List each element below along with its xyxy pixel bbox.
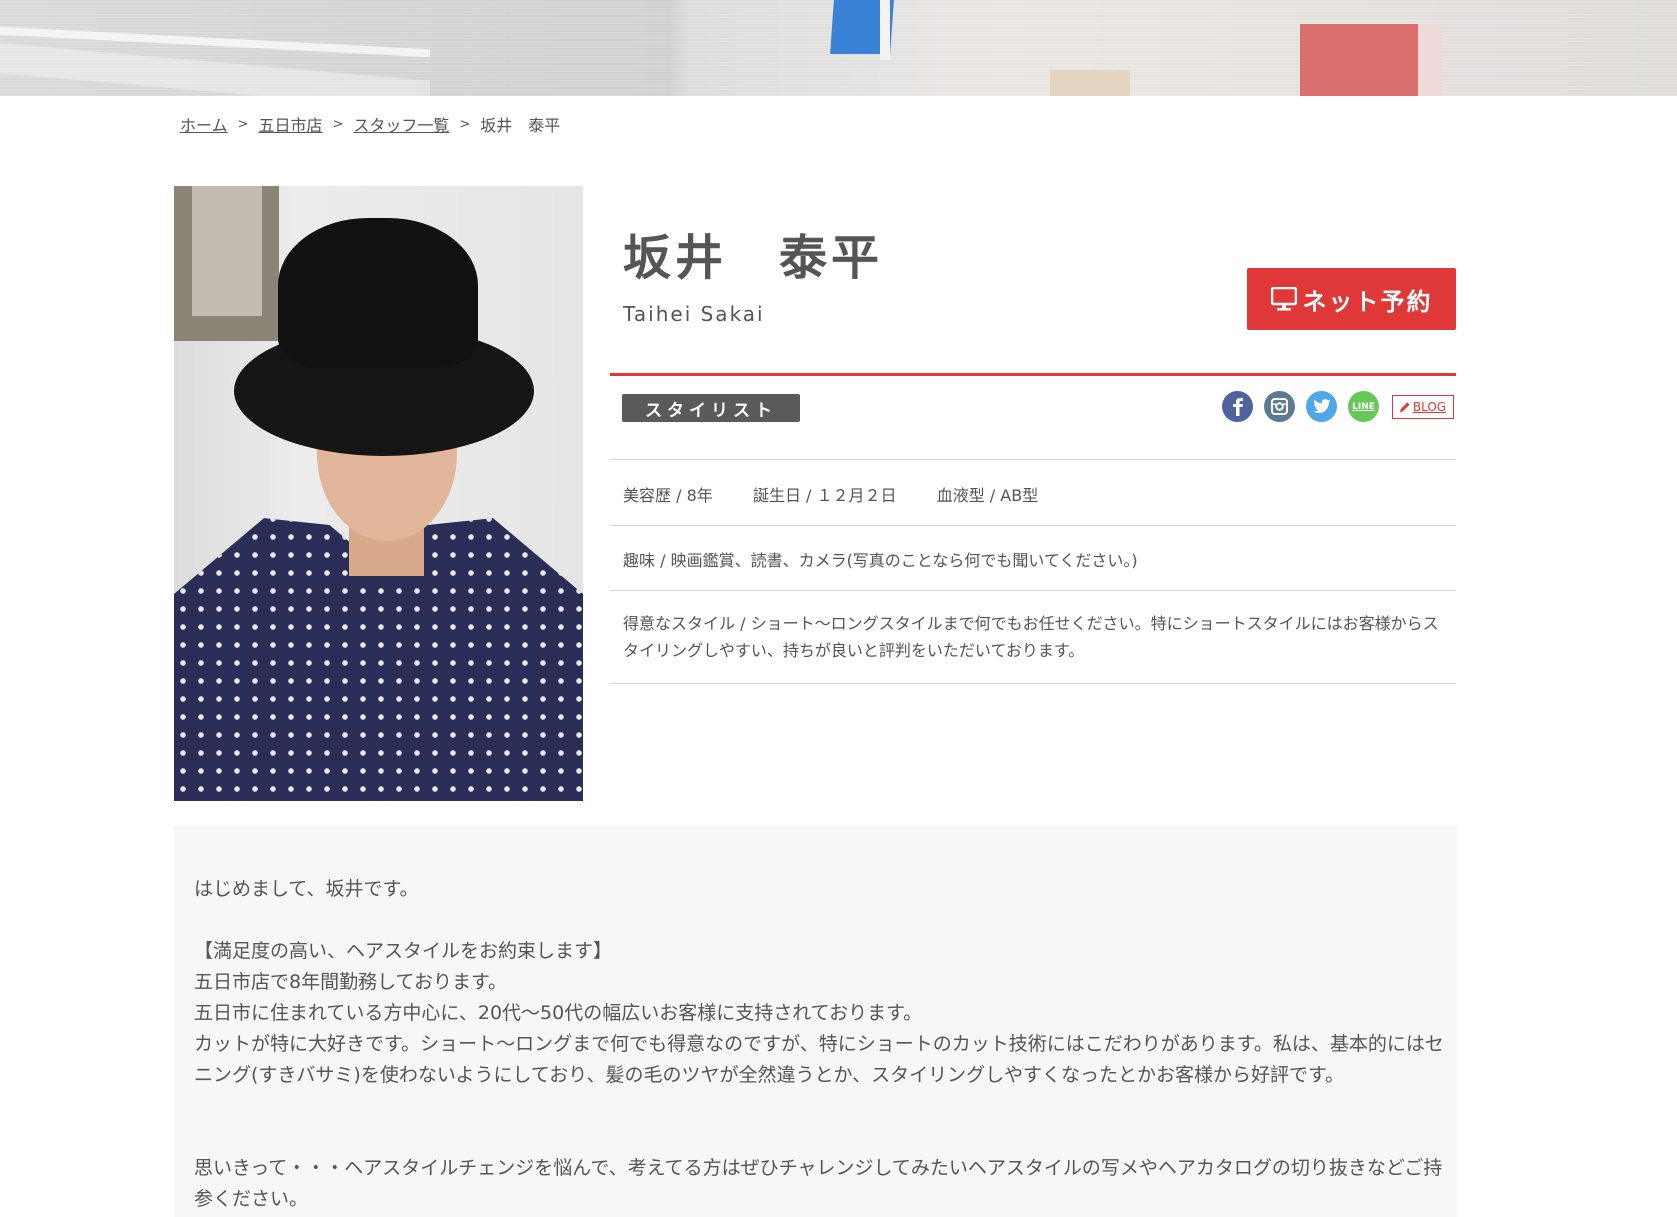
message-line: 思いきって・・・ヘアスタイルチェンジを悩んで、考えてる方はぜひチャレンジしてみた… bbox=[194, 1157, 1443, 1210]
breadcrumb-current: 坂井 泰平 bbox=[480, 116, 561, 135]
message-line: カットが特に大好きです。ショート～ロングまで何でも得意なのですが、特にショートの… bbox=[194, 1033, 1444, 1086]
breadcrumb-separator: > bbox=[459, 116, 471, 132]
twitter-icon bbox=[1313, 399, 1330, 413]
facebook-link[interactable] bbox=[1222, 391, 1253, 422]
monitor-icon bbox=[1270, 287, 1297, 311]
net-reservation-button[interactable]: ネット予約 bbox=[1247, 268, 1456, 330]
message-heading: 【満足度の高い、ヘアスタイルをお約束します】 bbox=[194, 940, 613, 962]
role-badge: スタイリスト bbox=[622, 394, 800, 422]
breadcrumb-store-link[interactable]: 五日市店 bbox=[258, 112, 322, 136]
divider bbox=[610, 590, 1456, 591]
instagram-link[interactable] bbox=[1264, 391, 1295, 422]
staff-name-romaji: Taihei Sakai bbox=[623, 302, 765, 326]
breadcrumb-home-link[interactable]: ホーム bbox=[180, 112, 228, 136]
breadcrumb-separator: > bbox=[332, 116, 344, 132]
staff-photo bbox=[174, 186, 583, 801]
title-divider bbox=[610, 373, 1456, 376]
message-greeting: はじめまして、坂井です。 bbox=[194, 878, 419, 900]
message-line: 五日市に住まれている方中心に、20代～50代の幅広いお客様に支持されております。 bbox=[194, 1002, 923, 1024]
divider bbox=[610, 459, 1456, 460]
divider bbox=[610, 683, 1456, 684]
breadcrumb-separator: > bbox=[237, 116, 249, 132]
blog-label: BLOG bbox=[1412, 400, 1447, 414]
birthday: 誕生日 / １２月２日 bbox=[752, 486, 897, 505]
divider bbox=[610, 525, 1456, 526]
breadcrumb: ホーム > 五日市店 > スタッフ一覧 > 坂井 泰平 bbox=[180, 112, 560, 136]
staff-name: 坂井 泰平 bbox=[623, 230, 884, 286]
message-line: 五日市店で8年間勤務しております。 bbox=[194, 971, 508, 993]
instagram-icon bbox=[1271, 398, 1288, 415]
staff-message: はじめまして、坂井です。 【満足度の高い、ヘアスタイルをお約束します】 五日市店… bbox=[174, 826, 1457, 1217]
line-icon: LINE bbox=[1352, 401, 1375, 412]
basic-info-row: 美容歴 / 8年 誕生日 / １２月２日 血液型 / AB型 bbox=[623, 482, 1038, 506]
twitter-link[interactable] bbox=[1306, 391, 1337, 422]
blood-type: 血液型 / AB型 bbox=[936, 486, 1039, 505]
blog-link[interactable]: BLOG bbox=[1392, 395, 1454, 419]
career-years: 美容歴 / 8年 bbox=[623, 486, 713, 505]
specialty-style: 得意なスタイル / ショート～ロングスタイルまで何でもお任せください。特にショー… bbox=[623, 614, 1439, 660]
net-reservation-label: ネット予約 bbox=[1302, 287, 1433, 316]
header-photo-banner bbox=[0, 0, 1677, 96]
hobby: 趣味 / 映画鑑賞、読書、カメラ(写真のことなら何でも聞いてください。) bbox=[623, 551, 1138, 570]
pencil-icon bbox=[1399, 402, 1410, 412]
breadcrumb-staff-list-link[interactable]: スタッフ一覧 bbox=[353, 112, 449, 136]
line-link[interactable]: LINE bbox=[1348, 391, 1379, 422]
facebook-icon bbox=[1232, 397, 1243, 416]
